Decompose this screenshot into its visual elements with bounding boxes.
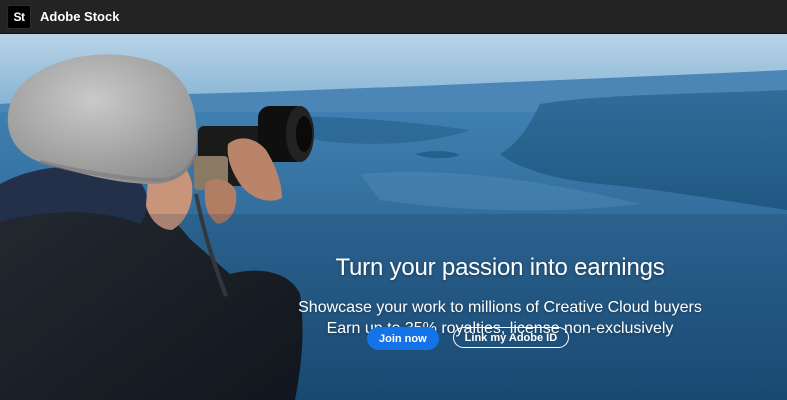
hero-headline: Turn your passion into earnings (335, 254, 665, 281)
hero-subline-buyers: Showcase your work to millions of Creati… (298, 299, 702, 316)
app-title[interactable]: Adobe Stock (40, 9, 119, 24)
top-bar: St Adobe Stock (0, 0, 787, 34)
cta-row: Join now Link my Adobe ID (367, 327, 570, 350)
adobe-stock-logo[interactable]: St (7, 4, 31, 29)
join-now-button[interactable]: Join now (367, 327, 439, 350)
link-adobe-id-button[interactable]: Link my Adobe ID (452, 327, 570, 348)
